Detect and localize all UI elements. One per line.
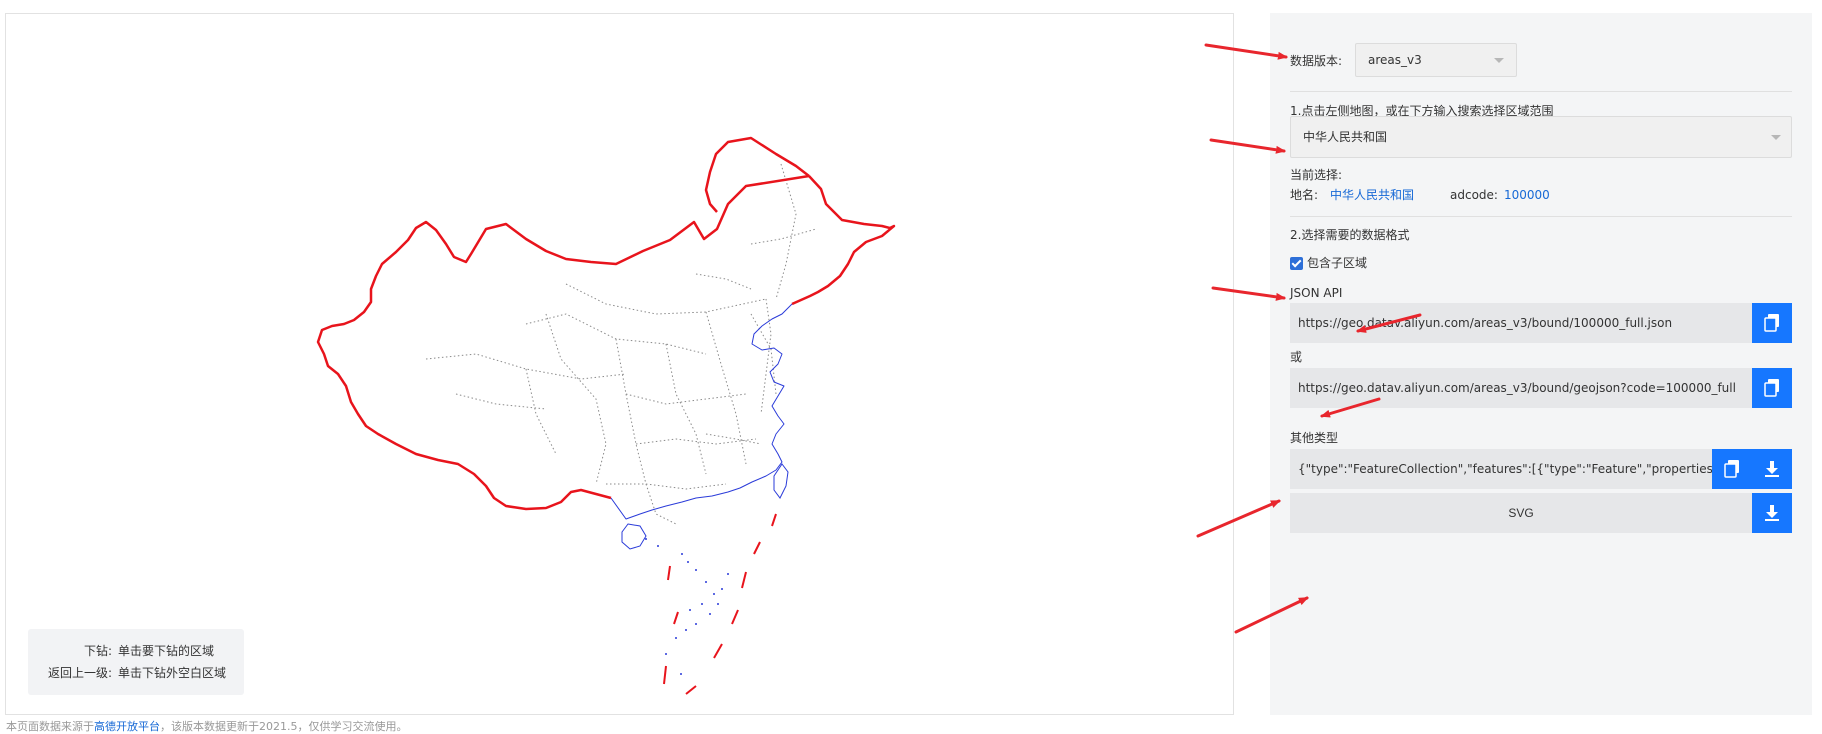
- northeast-border[interactable]: [704, 136, 896, 306]
- json-api-label: JSON API: [1290, 286, 1343, 300]
- national-border[interactable]: [316, 174, 810, 511]
- divider: [1290, 216, 1792, 217]
- copy-icon: [1724, 460, 1739, 478]
- geojson-preview-field[interactable]: {"type":"FeatureCollection","features":[…: [1290, 449, 1712, 489]
- coastline[interactable]: [610, 303, 793, 520]
- help-value: 单击下钻外空白区域: [118, 666, 227, 680]
- include-subregions-checkbox[interactable]: [1290, 257, 1303, 270]
- version-select[interactable]: areas_v3: [1355, 43, 1517, 77]
- copy-geojson-button[interactable]: [1712, 449, 1752, 489]
- or-label: 或: [1290, 350, 1303, 364]
- adcode-value: 100000: [1504, 188, 1550, 202]
- footer-note: 本页面数据来源于高德开放平台，该版本数据更新于2021.5，仅供学习交流使用。: [6, 718, 408, 734]
- region-select[interactable]: 中华人民共和国: [1290, 116, 1792, 158]
- version-label: 数据版本:: [1290, 54, 1343, 68]
- svg-format-button[interactable]: SVG: [1290, 493, 1752, 533]
- step2-label: 2.选择需要的数据格式: [1290, 228, 1410, 242]
- settings-panel: 数据版本: areas_v3 1.点击左侧地图，或在下方输入搜索选择区域范围 中…: [1270, 13, 1812, 715]
- other-types-label: 其他类型: [1290, 431, 1339, 445]
- help-row-back: 返回上一级: 单击下钻外空白区域: [28, 663, 244, 683]
- map-panel[interactable]: 下钻: 单击要下钻的区域 返回上一级: 单击下钻外空白区域: [5, 13, 1234, 715]
- include-subregions-label[interactable]: 包含子区域: [1307, 253, 1367, 273]
- download-geojson-button[interactable]: [1752, 449, 1792, 489]
- json-url-field-1[interactable]: https://geo.datav.aliyun.com/areas_v3/bo…: [1290, 303, 1752, 343]
- chevron-down-icon: [1494, 58, 1504, 63]
- place-name-label: 地名:: [1290, 188, 1319, 202]
- adcode-label: adcode:: [1450, 188, 1498, 202]
- current-selection-label: 当前选择:: [1290, 168, 1343, 182]
- chevron-down-icon: [1771, 135, 1781, 140]
- help-key: 下钻:: [83, 644, 112, 658]
- help-value: 单击要下钻的区域: [118, 644, 215, 658]
- help-key: 返回上一级:: [47, 666, 112, 680]
- download-icon: [1765, 505, 1779, 521]
- version-select-value: areas_v3: [1368, 53, 1422, 67]
- copy-icon: [1764, 314, 1779, 332]
- json-url-field-2[interactable]: https://geo.datav.aliyun.com/areas_v3/bo…: [1290, 368, 1752, 408]
- copy-json-url-2-button[interactable]: [1752, 368, 1792, 408]
- help-row-drilldown: 下钻: 单击要下钻的区域: [28, 641, 244, 661]
- download-svg-button[interactable]: [1752, 493, 1792, 533]
- province-boundaries[interactable]: [425, 163, 817, 525]
- place-name-value: 中华人民共和国: [1330, 188, 1415, 202]
- nine-dash-line[interactable]: [663, 513, 777, 695]
- china-map[interactable]: [6, 14, 1235, 716]
- copy-icon: [1764, 379, 1779, 397]
- help-box: 下钻: 单击要下钻的区域 返回上一级: 单击下钻外空白区域: [28, 629, 244, 695]
- hainan-island[interactable]: [621, 523, 647, 550]
- divider: [1290, 91, 1792, 92]
- download-icon: [1765, 461, 1779, 477]
- region-select-value: 中华人民共和国: [1303, 130, 1388, 144]
- copy-json-url-1-button[interactable]: [1752, 303, 1792, 343]
